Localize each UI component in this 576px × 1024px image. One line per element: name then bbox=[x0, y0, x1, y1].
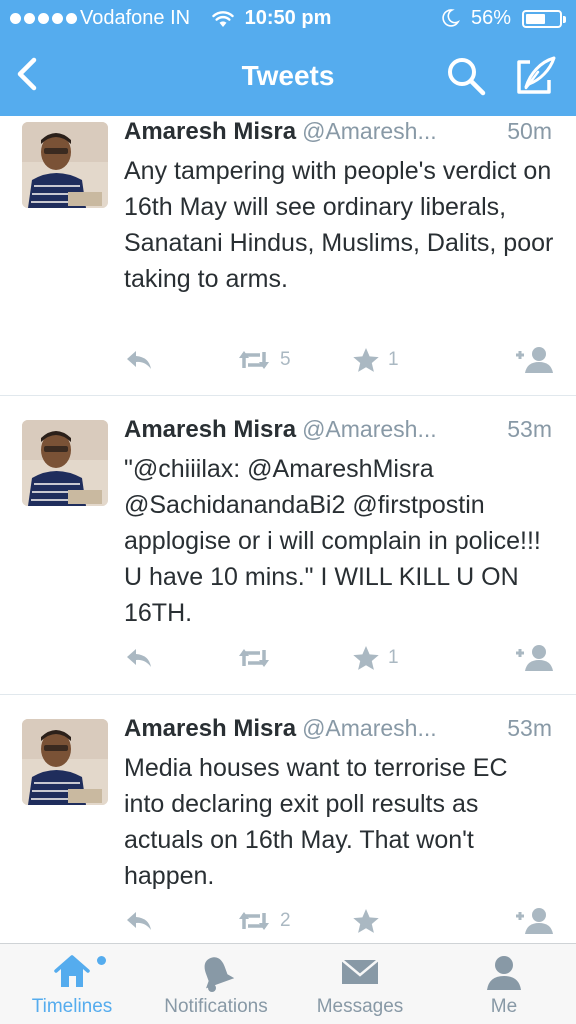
reply-icon bbox=[127, 649, 151, 667]
retweet-button[interactable] bbox=[236, 642, 280, 674]
star-icon bbox=[353, 348, 379, 372]
tab-messages[interactable]: Messages bbox=[288, 944, 432, 1024]
retweet-button[interactable]: 5 bbox=[236, 344, 291, 376]
reply-button[interactable] bbox=[124, 905, 154, 937]
tab-bar: Timelines Notifications Messages Me bbox=[0, 943, 576, 1024]
tweet-actions: 2 bbox=[124, 905, 554, 937]
tweet-author-handle: @Amaresh... bbox=[302, 118, 437, 144]
status-bar: Vodafone IN 10:50 pm 56% bbox=[0, 0, 576, 38]
favorite-count: 1 bbox=[388, 647, 399, 668]
retweet-count: 2 bbox=[280, 910, 291, 931]
person-icon bbox=[484, 954, 524, 997]
tweet-item[interactable]: Amaresh Misra @Amaresh... 53m "@chiiilax:… bbox=[0, 396, 576, 695]
tab-label: Timelines bbox=[31, 996, 113, 1017]
bell-icon bbox=[198, 954, 235, 997]
star-icon bbox=[353, 909, 379, 933]
add-user-icon bbox=[516, 347, 553, 373]
battery-percentage: 56% bbox=[471, 7, 512, 29]
tweet-actions: 1 bbox=[124, 642, 554, 674]
tab-me[interactable]: Me bbox=[432, 944, 576, 1024]
tab-notifications[interactable]: Notifications bbox=[144, 944, 288, 1024]
search-button[interactable] bbox=[444, 54, 488, 98]
new-content-indicator bbox=[97, 956, 106, 965]
tweet-timestamp: 50m bbox=[507, 118, 552, 144]
battery-icon bbox=[522, 10, 566, 28]
reply-icon bbox=[127, 912, 151, 930]
retweet-count: 5 bbox=[280, 349, 291, 370]
tweet-text: Media houses want to terrorise EC into d… bbox=[124, 754, 508, 890]
star-icon bbox=[353, 646, 379, 670]
tweet-text: Any tampering with people's verdict on 1… bbox=[124, 157, 554, 293]
favorite-button[interactable]: 1 bbox=[352, 344, 399, 376]
tweet-author-name[interactable]: Amaresh Misra bbox=[124, 416, 296, 443]
retweet-button[interactable]: 2 bbox=[236, 905, 291, 937]
avatar[interactable] bbox=[22, 122, 108, 208]
add-user-icon bbox=[516, 908, 553, 934]
tab-label: Notifications bbox=[164, 996, 268, 1017]
search-icon bbox=[448, 58, 486, 96]
favorite-button[interactable] bbox=[352, 905, 388, 937]
home-icon bbox=[52, 954, 92, 995]
nav-bar: Tweets bbox=[0, 38, 576, 116]
tweet-author-name[interactable]: Amaresh Misra bbox=[124, 118, 296, 145]
tweet-author-name[interactable]: Amaresh Misra bbox=[124, 715, 296, 742]
tweet-timestamp: 53m bbox=[507, 416, 552, 442]
moon-icon bbox=[440, 8, 461, 34]
tweet-item[interactable]: Amaresh Misra @Amaresh... 50m Any tamperi… bbox=[0, 116, 576, 396]
retweet-icon bbox=[239, 912, 269, 930]
reply-button[interactable] bbox=[124, 642, 154, 674]
follow-button[interactable] bbox=[514, 905, 554, 937]
compose-icon bbox=[517, 56, 556, 94]
retweet-icon bbox=[239, 649, 269, 667]
tab-label: Messages bbox=[316, 996, 404, 1017]
tweet-author-handle: @Amaresh... bbox=[302, 416, 437, 442]
tweet-author-handle: @Amaresh... bbox=[302, 715, 437, 741]
favorite-count: 1 bbox=[388, 349, 399, 370]
add-user-icon bbox=[516, 645, 553, 671]
tweet-actions: 5 1 bbox=[124, 344, 554, 376]
compose-button[interactable] bbox=[512, 54, 558, 98]
follow-button[interactable] bbox=[514, 344, 554, 376]
envelope-icon bbox=[340, 954, 380, 993]
tweet-timestamp: 53m bbox=[507, 715, 552, 741]
tweet-item[interactable]: Amaresh Misra @Amaresh... 53m Media house… bbox=[0, 695, 576, 943]
avatar[interactable] bbox=[22, 420, 108, 506]
avatar[interactable] bbox=[22, 719, 108, 805]
tweet-text: "@chiiilax: @AmareshMisra @SachidanandaB… bbox=[124, 455, 541, 627]
follow-button[interactable] bbox=[514, 642, 554, 674]
page-title: Tweets bbox=[241, 60, 335, 91]
favorite-button[interactable]: 1 bbox=[352, 642, 399, 674]
retweet-icon bbox=[239, 351, 269, 369]
reply-button[interactable] bbox=[124, 344, 154, 376]
reply-icon bbox=[127, 351, 151, 369]
tab-timelines[interactable]: Timelines bbox=[0, 944, 144, 1024]
tab-label: Me bbox=[490, 996, 518, 1017]
header: Vodafone IN 10:50 pm 56% Tweets bbox=[0, 0, 576, 116]
